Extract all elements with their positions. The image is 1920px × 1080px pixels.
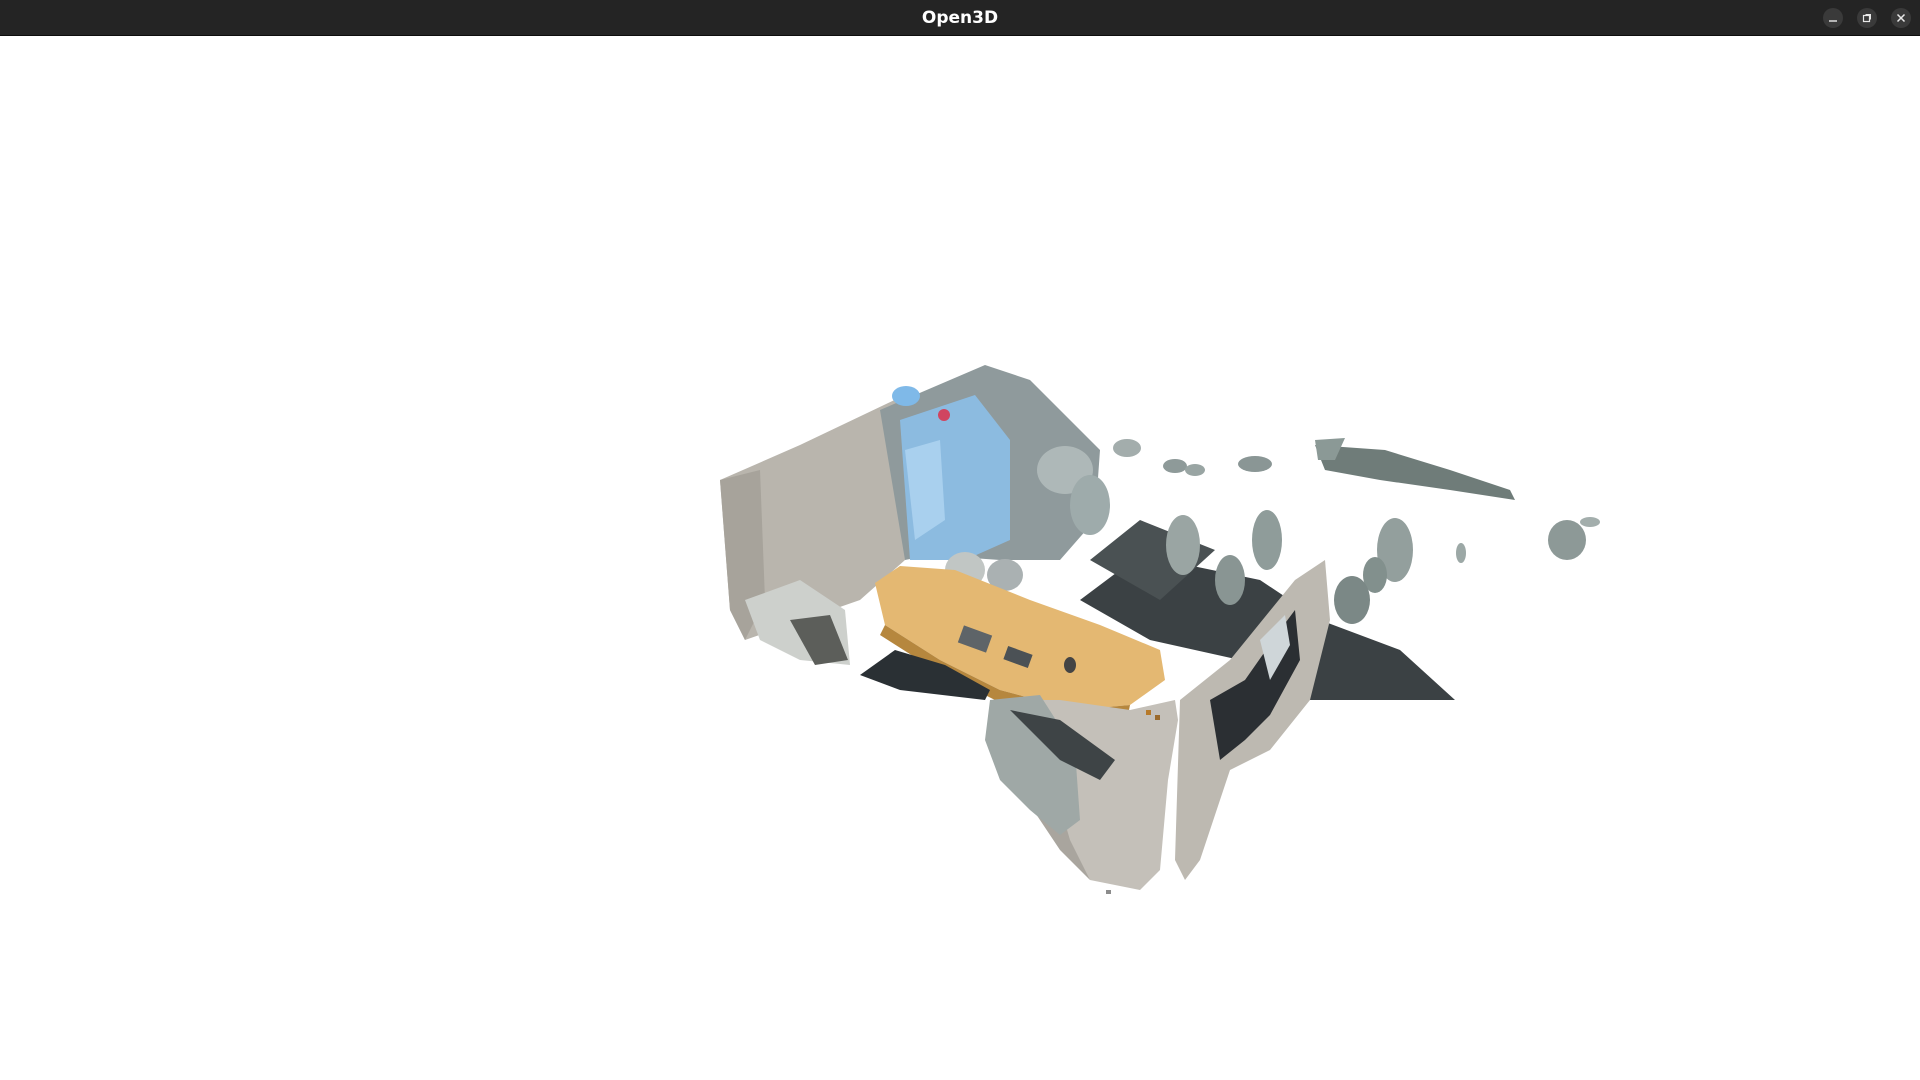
fragment bbox=[1163, 459, 1187, 473]
fragment bbox=[1334, 576, 1370, 624]
fragment bbox=[1456, 543, 1466, 563]
maximize-icon bbox=[1862, 14, 1871, 23]
exit-sign bbox=[938, 409, 950, 421]
fragment bbox=[1166, 515, 1200, 575]
fragment bbox=[1113, 439, 1141, 457]
point-cloud-scene[interactable] bbox=[0, 36, 1920, 1080]
minimize-icon bbox=[1829, 20, 1837, 22]
point-speck bbox=[1106, 890, 1111, 894]
minimize-button[interactable] bbox=[1823, 8, 1843, 28]
window-title: Open3D bbox=[921, 8, 999, 28]
close-button[interactable] bbox=[1891, 8, 1911, 28]
fragment bbox=[1252, 510, 1282, 570]
blue-lamp bbox=[892, 386, 920, 406]
point-speck bbox=[1146, 710, 1151, 715]
fragment bbox=[1185, 464, 1205, 476]
fragment bbox=[1548, 520, 1586, 560]
maximize-button[interactable] bbox=[1857, 8, 1877, 28]
wall-cabinet bbox=[1315, 445, 1515, 500]
fragment bbox=[1580, 517, 1600, 527]
table-object bbox=[1064, 657, 1076, 673]
chair bbox=[1070, 475, 1110, 535]
point-speck bbox=[1155, 715, 1160, 720]
close-icon bbox=[1896, 13, 1906, 23]
fragment bbox=[1215, 555, 1245, 605]
fragment bbox=[1238, 456, 1272, 472]
title-bar[interactable]: Open3D bbox=[0, 0, 1920, 36]
open3d-window: Open3D bbox=[0, 0, 1920, 1080]
3d-viewport[interactable] bbox=[0, 36, 1920, 1080]
